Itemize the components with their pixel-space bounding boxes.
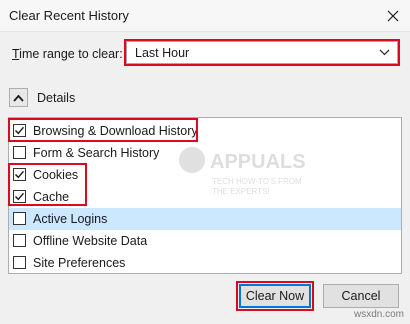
list-item-cookies[interactable]: Cookies [9, 164, 401, 186]
time-range-select[interactable]: Last Hour [126, 41, 398, 64]
details-toggle-button[interactable] [9, 88, 28, 107]
list-item-active-logins[interactable]: Active Logins [9, 208, 401, 230]
list-item-label: Cookies [33, 168, 79, 182]
list-item-form-search-history[interactable]: Form & Search History [9, 142, 401, 164]
list-item-browsing-download-history[interactable]: Browsing & Download History [9, 120, 401, 142]
list-item-cache[interactable]: Cache [9, 186, 401, 208]
window-title: Clear Recent History [9, 8, 129, 23]
checkbox-cookies[interactable] [13, 168, 26, 181]
close-button[interactable] [376, 0, 410, 31]
list-item-label: Offline Website Data [33, 234, 148, 248]
checkmark-icon [15, 192, 25, 201]
time-range-value: Last Hour [135, 46, 190, 60]
checkbox-site-preferences[interactable] [13, 256, 26, 269]
details-label: Details [37, 91, 76, 105]
clear-now-button[interactable]: Clear Now [239, 284, 311, 308]
list-item-site-preferences[interactable]: Site Preferences [9, 252, 401, 273]
list-item-label: Site Preferences [33, 256, 126, 270]
checkmark-icon [15, 170, 25, 179]
list-item-label: Active Logins [33, 212, 108, 226]
time-range-label-text: ime range to clear: [19, 47, 123, 61]
checkbox-form-search-history[interactable] [13, 146, 26, 159]
checkbox-active-logins[interactable] [13, 212, 26, 225]
list-item-label: Cache [33, 190, 70, 204]
checkmark-icon [15, 126, 25, 135]
list-item-offline-website-data[interactable]: Offline Website Data [9, 230, 401, 252]
site-watermark: wsxdn.com [353, 309, 404, 320]
list-item-label: Form & Search History [33, 146, 160, 160]
chevron-up-icon [13, 94, 24, 102]
checkbox-cache[interactable] [13, 190, 26, 203]
title-bar: Clear Recent History [0, 0, 410, 31]
clear-now-label: Clear Now [245, 289, 305, 303]
list-item-label: Browsing & Download History [33, 124, 198, 138]
cancel-label: Cancel [341, 289, 381, 303]
checkbox-offline-website-data[interactable] [13, 234, 26, 247]
checkbox-browsing-download-history[interactable] [13, 124, 26, 137]
close-icon [387, 10, 399, 21]
time-range-label: Time range to clear: [12, 47, 123, 61]
cancel-button[interactable]: Cancel [323, 284, 399, 308]
chevron-down-icon [379, 49, 390, 56]
history-items-list[interactable]: Browsing & Download History Form & Searc… [8, 117, 402, 274]
